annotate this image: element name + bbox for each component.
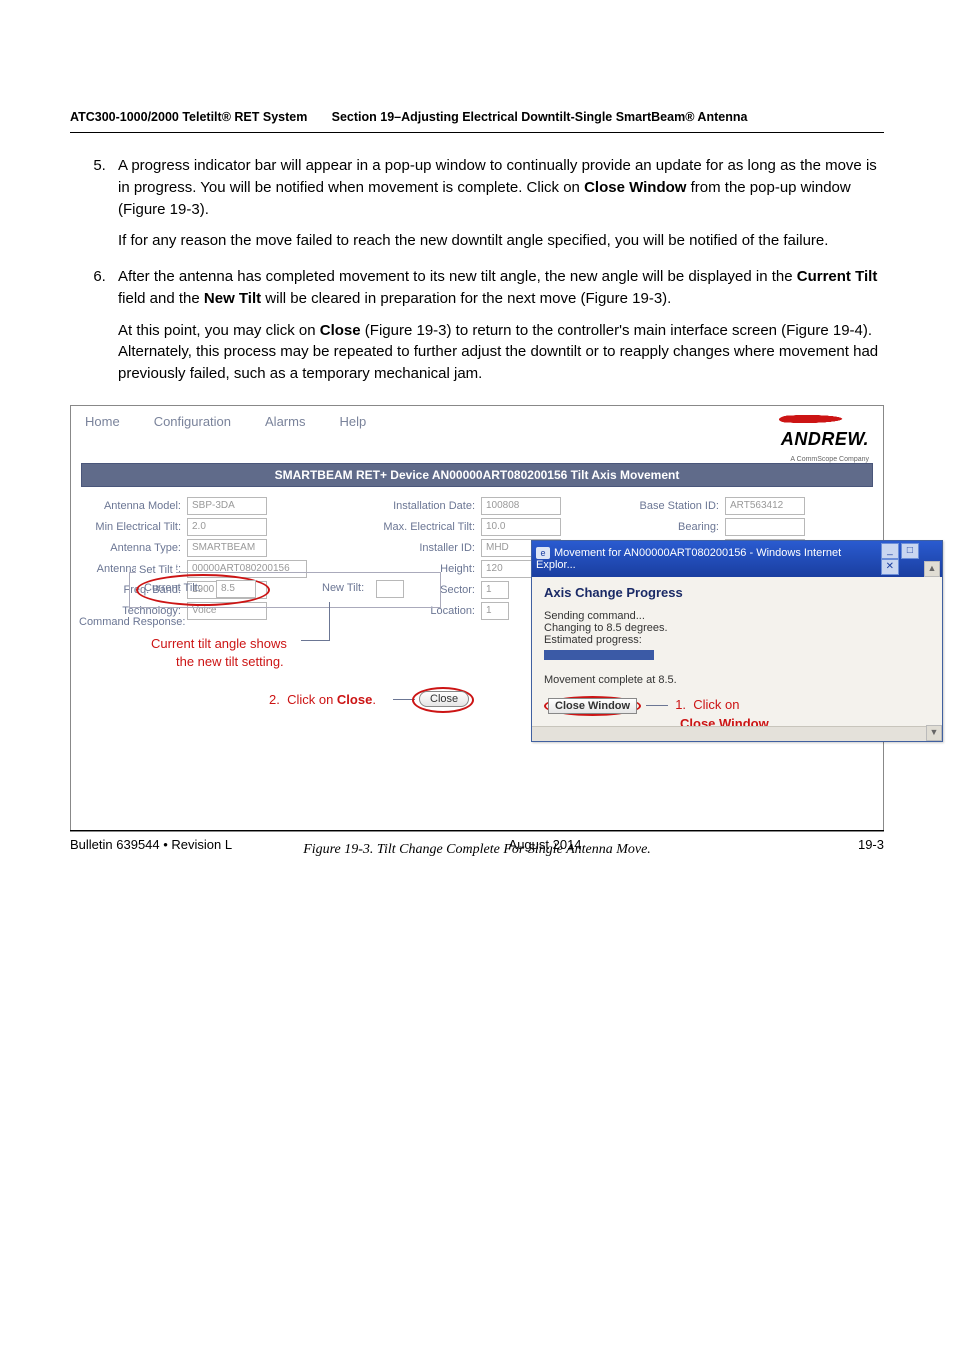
progress-bar	[544, 650, 654, 660]
header-right: Section 19–Adjusting Electrical Downtilt…	[332, 110, 748, 124]
current-tilt-label: Current Tilt:	[144, 582, 201, 594]
base-station-field[interactable]: ART563412	[725, 497, 805, 515]
menu-alarms[interactable]: Alarms	[265, 414, 305, 429]
page: ATC300-1000/2000 Teletilt® RET System Se…	[0, 0, 954, 898]
brand-name: ANDREW.	[781, 429, 869, 449]
popup-line-3: Estimated progress:	[544, 634, 930, 646]
numbered-steps: A progress indicator bar will appear in …	[70, 155, 884, 385]
popup-scrollbar[interactable]: ▼	[532, 726, 942, 741]
page-footer: Bulletin 639544 • Revision L August 2014…	[70, 830, 884, 852]
app-menu-bar: Home Configuration Alarms Help	[71, 406, 883, 435]
annotation-close-step2: 2. Click on Close.	[269, 692, 376, 707]
max-tilt-field[interactable]: 10.0	[481, 518, 561, 536]
new-tilt-field[interactable]	[376, 580, 404, 598]
popup-line-2: Changing to 8.5 degrees.	[544, 622, 930, 634]
sector-field[interactable]: 1	[481, 581, 509, 599]
antenna-type-field[interactable]: SMARTBEAM	[187, 539, 267, 557]
footer-right: 19-3	[858, 837, 884, 852]
leader-line	[646, 705, 668, 706]
set-tilt-legend: Set Tilt	[136, 564, 176, 576]
swoosh-icon	[776, 412, 871, 426]
ie-icon: e	[536, 547, 550, 559]
close-window-button[interactable]: Close Window	[548, 698, 637, 714]
popup-title-text: Movement for AN00000ART080200156 - Windo…	[536, 547, 841, 571]
brand-subtitle: A CommScope Company	[790, 456, 869, 463]
minimize-icon[interactable]: _	[881, 543, 899, 559]
popup-body: Axis Change Progress Sending command... …	[532, 577, 942, 741]
popup-status: Movement complete at 8.5.	[544, 674, 930, 686]
new-tilt-label: New Tilt:	[322, 582, 364, 594]
maximize-icon[interactable]: □	[901, 543, 919, 559]
footer-rule	[70, 830, 884, 831]
running-header: ATC300-1000/2000 Teletilt® RET System Se…	[70, 110, 884, 124]
set-tilt-group: Set Tilt Current Tilt: 8.5 New Tilt:	[129, 572, 441, 608]
header-rule	[70, 132, 884, 133]
popup-line-1: Sending command...	[544, 610, 930, 622]
menu-help[interactable]: Help	[339, 414, 366, 429]
annotation-oval-close-window: Close Window	[544, 696, 641, 716]
annotation-current-tilt-2: the new tilt setting.	[176, 654, 284, 669]
close-button[interactable]: Close	[419, 691, 469, 707]
command-response-label: Command Response:	[79, 616, 185, 628]
close-icon[interactable]: ✕	[881, 559, 899, 575]
bearing-field[interactable]	[725, 518, 805, 536]
popup-heading: Axis Change Progress	[544, 585, 930, 600]
progress-popup: eMovement for AN00000ART080200156 - Wind…	[531, 540, 943, 742]
annotation-close-window-1: 1. Click on	[675, 697, 739, 712]
popup-titlebar: eMovement for AN00000ART080200156 - Wind…	[532, 541, 942, 577]
min-tilt-field[interactable]: 2.0	[187, 518, 267, 536]
leader-line	[301, 640, 330, 642]
scroll-down-icon[interactable]: ▼	[926, 725, 942, 741]
header-left: ATC300-1000/2000 Teletilt® RET System	[70, 110, 307, 124]
panel-title: SMARTBEAM RET+ Device AN00000ART08020015…	[81, 463, 873, 487]
leader-line	[329, 602, 332, 640]
install-date-field[interactable]: 100808	[481, 497, 561, 515]
scroll-up-icon[interactable]: ▲	[924, 561, 940, 577]
figure-19-3: Home Configuration Alarms Help ANDREW. A…	[70, 405, 884, 832]
current-tilt-field[interactable]: 8.5	[216, 580, 256, 598]
step-5: A progress indicator bar will appear in …	[110, 155, 884, 252]
antenna-model-field[interactable]: SBP-3DA	[187, 497, 267, 515]
brand-logo: ANDREW. A CommScope Company	[779, 412, 869, 465]
footer-center: August 2014	[509, 837, 582, 852]
menu-configuration[interactable]: Configuration	[154, 414, 231, 429]
step-6: After the antenna has completed movement…	[110, 266, 884, 385]
annotation-current-tilt-1: Current tilt angle shows	[151, 636, 287, 651]
menu-home[interactable]: Home	[85, 414, 120, 429]
footer-left: Bulletin 639544 • Revision L	[70, 837, 232, 852]
location-field[interactable]: 1	[481, 602, 509, 620]
